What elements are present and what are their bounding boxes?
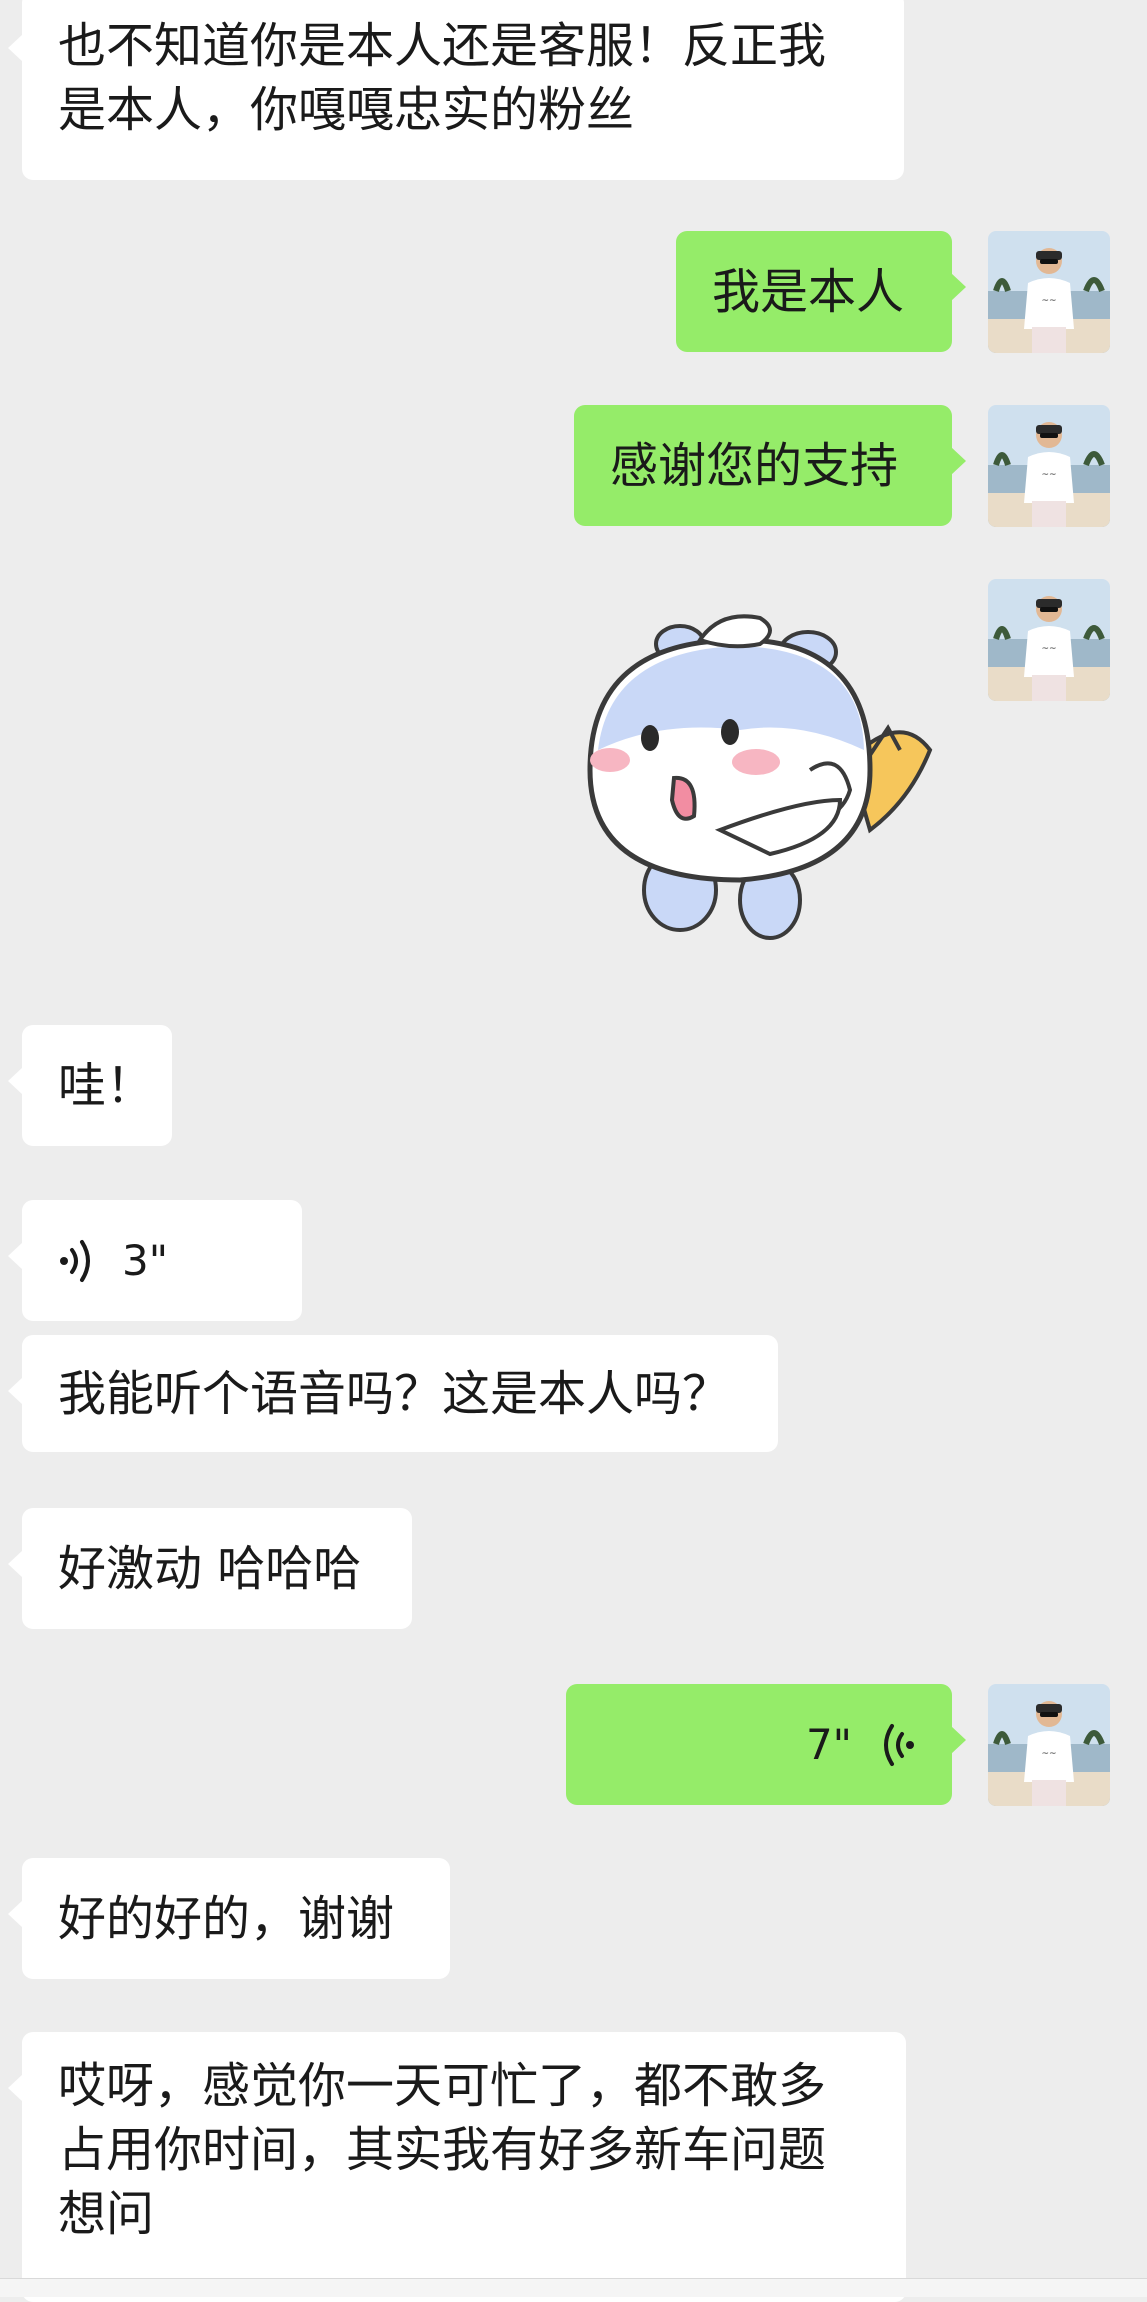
message-text: 占用你时间，其实我有好多新车问题 [58, 2122, 827, 2178]
svg-text:~~: ~~ [1041, 470, 1056, 480]
message-text: 我能听个语音吗？这是本人吗？ [58, 1365, 731, 1422]
cute-cartoon-sticker-icon [587, 614, 933, 940]
message-text: 感谢您的支持 [610, 437, 899, 494]
voice-duration: 7" [805, 1719, 852, 1769]
message-text: 哎呀，感觉你一天可忙了，都不敢多 [58, 2058, 827, 2114]
message-text: 我是本人 [712, 263, 905, 320]
message-bubble-incoming[interactable]: 好激动 哈哈哈 [8, 1508, 412, 1629]
voice-message-incoming[interactable]: 3" [8, 1200, 302, 1321]
message-text: 哇！ [58, 1057, 155, 1114]
message-bubble-incoming[interactable]: 我能听个语音吗？这是本人吗？ [8, 1335, 778, 1452]
voice-wave-icon [60, 1239, 90, 1282]
voice-wave-icon [884, 1723, 914, 1766]
input-bar-edge [0, 2278, 1147, 2297]
avatar[interactable]: ~~ [988, 1684, 1110, 1806]
message-text: 想问 [58, 2186, 155, 2242]
svg-text:~~: ~~ [1041, 1749, 1056, 1759]
user-avatar-photo-icon: ~~ [988, 231, 1110, 353]
svg-text:~~: ~~ [1041, 296, 1056, 306]
sticker-message[interactable] [570, 600, 950, 960]
message-text: 好的好的，谢谢 [58, 1890, 395, 1947]
avatar[interactable]: ~~ [988, 405, 1110, 527]
message-bubble-incoming[interactable]: 哎呀，感觉你一天可忙了，都不敢多 占用你时间，其实我有好多新车问题 想问 [8, 2032, 906, 2302]
chat-message-list[interactable]: 也不知道你是本人还是客服！反正我 是本人，你嘎嘎忠实的粉丝 我是本人 ~~ 感谢… [0, 0, 1147, 2302]
message-text: 好激动 哈哈哈 [58, 1540, 362, 1597]
message-bubble-incoming[interactable]: 哇！ [8, 1025, 172, 1146]
user-avatar-photo-icon: ~~ [988, 405, 1110, 527]
message-bubble-outgoing[interactable]: 感谢您的支持 [574, 405, 966, 526]
user-avatar-photo-icon: ~~ [988, 1684, 1110, 1806]
avatar[interactable]: ~~ [988, 579, 1110, 701]
svg-text:~~: ~~ [1041, 644, 1056, 654]
voice-message-outgoing[interactable]: 7" [566, 1684, 966, 1805]
message-text: 也不知道你是本人还是客服！反正我 [58, 18, 827, 74]
avatar[interactable]: ~~ [988, 231, 1110, 353]
message-bubble-outgoing[interactable]: 我是本人 [676, 231, 966, 352]
message-bubble-incoming[interactable]: 好的好的，谢谢 [8, 1858, 450, 1979]
user-avatar-photo-icon: ~~ [988, 579, 1110, 701]
voice-duration: 3" [122, 1235, 169, 1285]
message-bubble-incoming[interactable]: 也不知道你是本人还是客服！反正我 是本人，你嘎嘎忠实的粉丝 [8, 0, 904, 180]
message-text: 是本人，你嘎嘎忠实的粉丝 [58, 82, 635, 138]
